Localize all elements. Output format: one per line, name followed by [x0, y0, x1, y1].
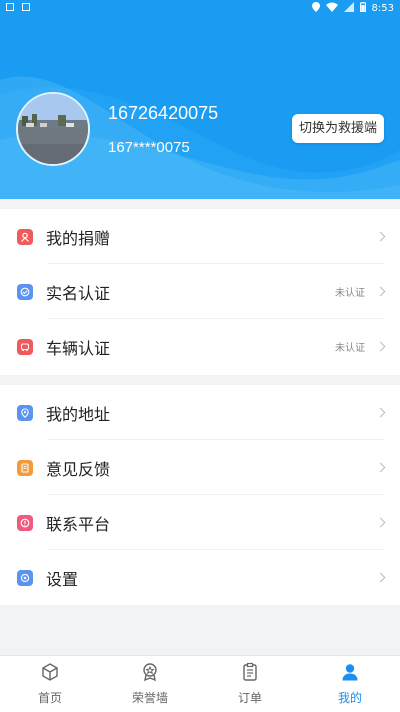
chevron-right-icon — [375, 517, 386, 528]
menu-item-vehicle-verification[interactable]: 车辆认证 未认证 — [0, 319, 400, 374]
settings-icon — [17, 569, 33, 586]
chevron-right-icon — [375, 341, 386, 352]
clipboard-icon — [240, 662, 260, 686]
verification-status: 未认证 — [335, 288, 365, 299]
tab-label: 首页 — [37, 691, 62, 705]
tab-mine[interactable]: 我的 — [300, 656, 400, 712]
signal-icon — [343, 2, 354, 15]
chevron-right-icon — [375, 572, 386, 583]
contact-icon — [17, 514, 33, 531]
a-notification-icon — [22, 3, 30, 11]
tab-label: 订单 — [237, 691, 262, 705]
location-icon — [17, 404, 33, 421]
donation-icon — [17, 228, 33, 245]
switch-to-rescue-button[interactable]: 切换为救援端 — [291, 114, 384, 143]
menu-item-label: 我的地址 — [46, 404, 111, 424]
feedback-icon — [17, 459, 33, 476]
verification-status: 未认证 — [335, 343, 365, 354]
wifi-icon — [325, 2, 338, 15]
avatar[interactable] — [16, 92, 90, 166]
menu-group-account: 我的捐赠 实名认证 未认证 车辆认证 未认证 — [0, 209, 400, 375]
medal-icon — [140, 662, 160, 686]
menu-item-address[interactable]: 我的地址 — [0, 385, 400, 440]
menu-item-label: 车辆认证 — [46, 338, 111, 358]
clock-text: 8:53 — [371, 3, 394, 14]
avatar-photo — [18, 94, 88, 164]
tab-label: 荣誉墙 — [131, 691, 168, 705]
menu-item-donation[interactable]: 我的捐赠 — [0, 209, 400, 264]
tab-honor-wall[interactable]: 荣誉墙 — [100, 656, 200, 712]
menu-item-real-name-verification[interactable]: 实名认证 未认证 — [0, 264, 400, 319]
car-icon — [17, 338, 33, 355]
home-box-icon — [40, 662, 60, 686]
verify-icon — [17, 283, 33, 300]
battery-icon — [359, 2, 366, 15]
menu-item-label: 意见反馈 — [46, 459, 111, 479]
menu-item-feedback[interactable]: 意见反馈 — [0, 440, 400, 495]
tab-label: 我的 — [337, 691, 362, 705]
menu-item-label: 我的捐赠 — [46, 228, 111, 248]
user-icon — [340, 662, 360, 686]
bottom-tab-bar: 首页 荣誉墙 订单 我的 — [0, 655, 400, 712]
menu-group-general: 我的地址 意见反馈 联系平台 设置 — [0, 385, 400, 605]
chevron-right-icon — [375, 462, 386, 473]
chevron-right-icon — [375, 231, 386, 242]
location-status-icon — [311, 2, 320, 15]
menu-item-label: 设置 — [46, 569, 79, 589]
tab-home[interactable]: 首页 — [0, 656, 100, 712]
image-notification-icon — [6, 3, 14, 11]
chevron-right-icon — [375, 407, 386, 418]
chevron-right-icon — [375, 286, 386, 297]
status-bar: 8:53 — [0, 0, 400, 16]
menu-item-label: 联系平台 — [46, 514, 111, 534]
profile-name: 16726420075 — [108, 103, 219, 123]
profile-phone: 167****0075 — [108, 139, 190, 156]
menu-item-label: 实名认证 — [46, 283, 111, 303]
tab-orders[interactable]: 订单 — [200, 656, 300, 712]
menu-item-settings[interactable]: 设置 — [0, 550, 400, 605]
menu-item-contact-platform[interactable]: 联系平台 — [0, 495, 400, 550]
